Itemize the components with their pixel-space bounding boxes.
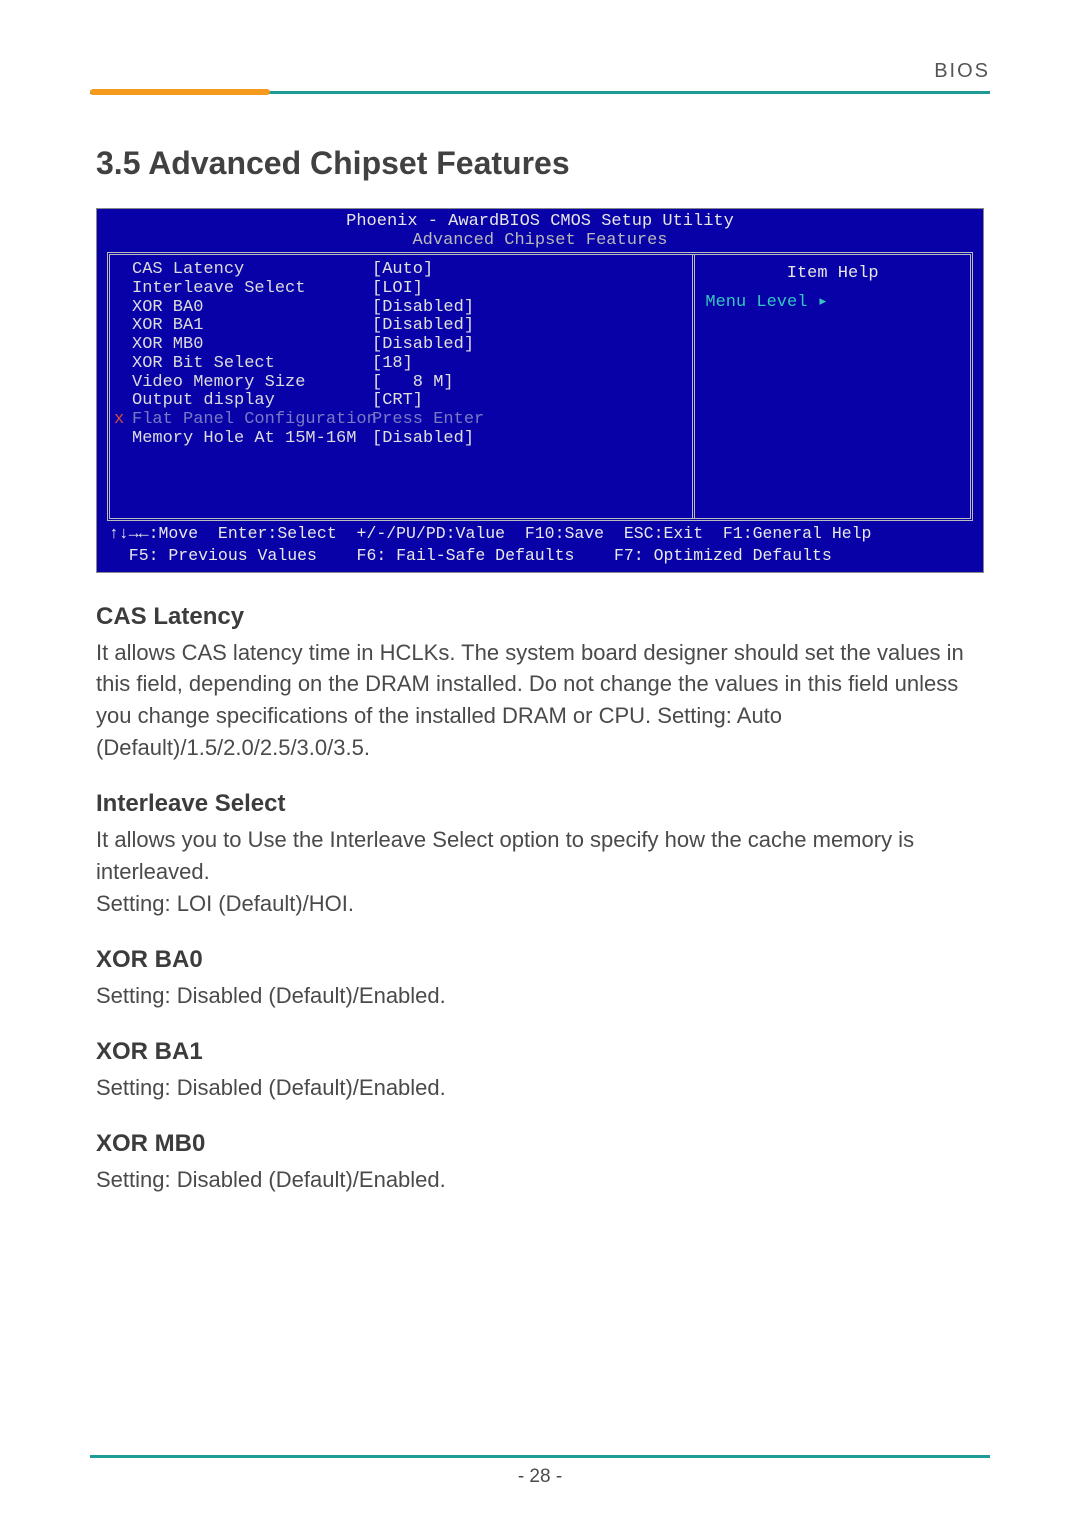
bios-setting-row: Interleave Select[LOI] [132, 280, 682, 299]
bios-setting-row: xFlat Panel ConfigurationPress Enter [132, 411, 682, 430]
bios-setting-row: XOR Bit Select[18] [132, 355, 682, 374]
bios-setting-label: Video Memory Size [132, 374, 372, 393]
option-body: Setting: LOI (Default)/HOI. [96, 888, 984, 920]
option-body: Setting: Disabled (Default)/Enabled. [96, 1164, 984, 1196]
bios-setting-label: Memory Hole At 15M-16M [132, 430, 372, 449]
bios-setting-row: XOR BA1[Disabled] [132, 317, 682, 336]
header-label: BIOS [90, 60, 990, 83]
bios-setting-row: Video Memory Size[ 8 M] [132, 374, 682, 393]
bios-setting-row: Memory Hole At 15M-16M[Disabled] [132, 430, 682, 449]
option-heading: XOR MB0 [96, 1130, 990, 1158]
page: BIOS 3.5 Advanced Chipset Features Phoen… [0, 0, 1080, 1528]
bios-setting-label: XOR BA1 [132, 317, 372, 336]
bios-setting-row: XOR MB0[Disabled] [132, 336, 682, 355]
option-heading: XOR BA1 [96, 1038, 990, 1066]
bios-setting-value: [CRT] [372, 392, 423, 411]
option-heading: CAS Latency [96, 603, 990, 631]
help-title: Item Help [705, 261, 960, 294]
bios-footer-2: F5: Previous Values F6: Fail-Safe Defaul… [107, 543, 973, 565]
option-body: It allows you to Use the Interleave Sele… [96, 824, 984, 888]
bios-setting-label: Interleave Select [132, 280, 372, 299]
bios-setting-label: Flat Panel Configuration [132, 411, 372, 430]
bios-setting-label: XOR Bit Select [132, 355, 372, 374]
section-title: 3.5 Advanced Chipset Features [96, 145, 990, 182]
bios-screenshot: Phoenix - AwardBIOS CMOS Setup Utility A… [96, 208, 984, 573]
bios-setting-label: Output display [132, 392, 372, 411]
bios-title: Phoenix - AwardBIOS CMOS Setup Utility [107, 213, 973, 232]
bios-setting-row: XOR BA0[Disabled] [132, 299, 682, 318]
option-body: Setting: Disabled (Default)/Enabled. [96, 1072, 984, 1104]
bios-setting-label: XOR MB0 [132, 336, 372, 355]
option-body: It allows CAS latency time in HCLKs. The… [96, 637, 984, 765]
menu-level: Menu Level ▸ [705, 294, 960, 313]
bios-setting-value: [Disabled] [372, 430, 474, 449]
bios-help-pane: Item Help Menu Level ▸ [695, 255, 970, 518]
bios-setting-value: [ 8 M] [372, 374, 454, 393]
bios-setting-value: Press Enter [372, 411, 484, 430]
bios-setting-value: [Disabled] [372, 336, 474, 355]
bios-setting-label: XOR BA0 [132, 299, 372, 318]
header-rule [90, 89, 990, 95]
bios-setting-value: [LOI] [372, 280, 423, 299]
bios-setting-row: Output display[CRT] [132, 392, 682, 411]
bios-setting-row: CAS Latency[Auto] [132, 261, 682, 280]
option-heading: XOR BA0 [96, 946, 990, 974]
bios-settings-pane: CAS Latency[Auto]Interleave Select[LOI]X… [110, 255, 695, 518]
footer-rule [90, 1455, 990, 1458]
page-number: - 28 - [0, 1466, 1080, 1488]
bios-footer-1: ↑↓→←:Move Enter:Select +/-/PU/PD:Value F… [107, 521, 973, 543]
option-heading: Interleave Select [96, 790, 990, 818]
bios-setting-label: CAS Latency [132, 261, 372, 280]
bios-setting-value: [18] [372, 355, 413, 374]
bios-setting-value: [Disabled] [372, 317, 474, 336]
options-list: CAS Latency It allows CAS latency time in… [90, 603, 990, 1196]
bios-setting-value: [Disabled] [372, 299, 474, 318]
bios-subtitle: Advanced Chipset Features [107, 232, 973, 251]
bios-setting-value: [Auto] [372, 261, 433, 280]
option-body: Setting: Disabled (Default)/Enabled. [96, 980, 984, 1012]
